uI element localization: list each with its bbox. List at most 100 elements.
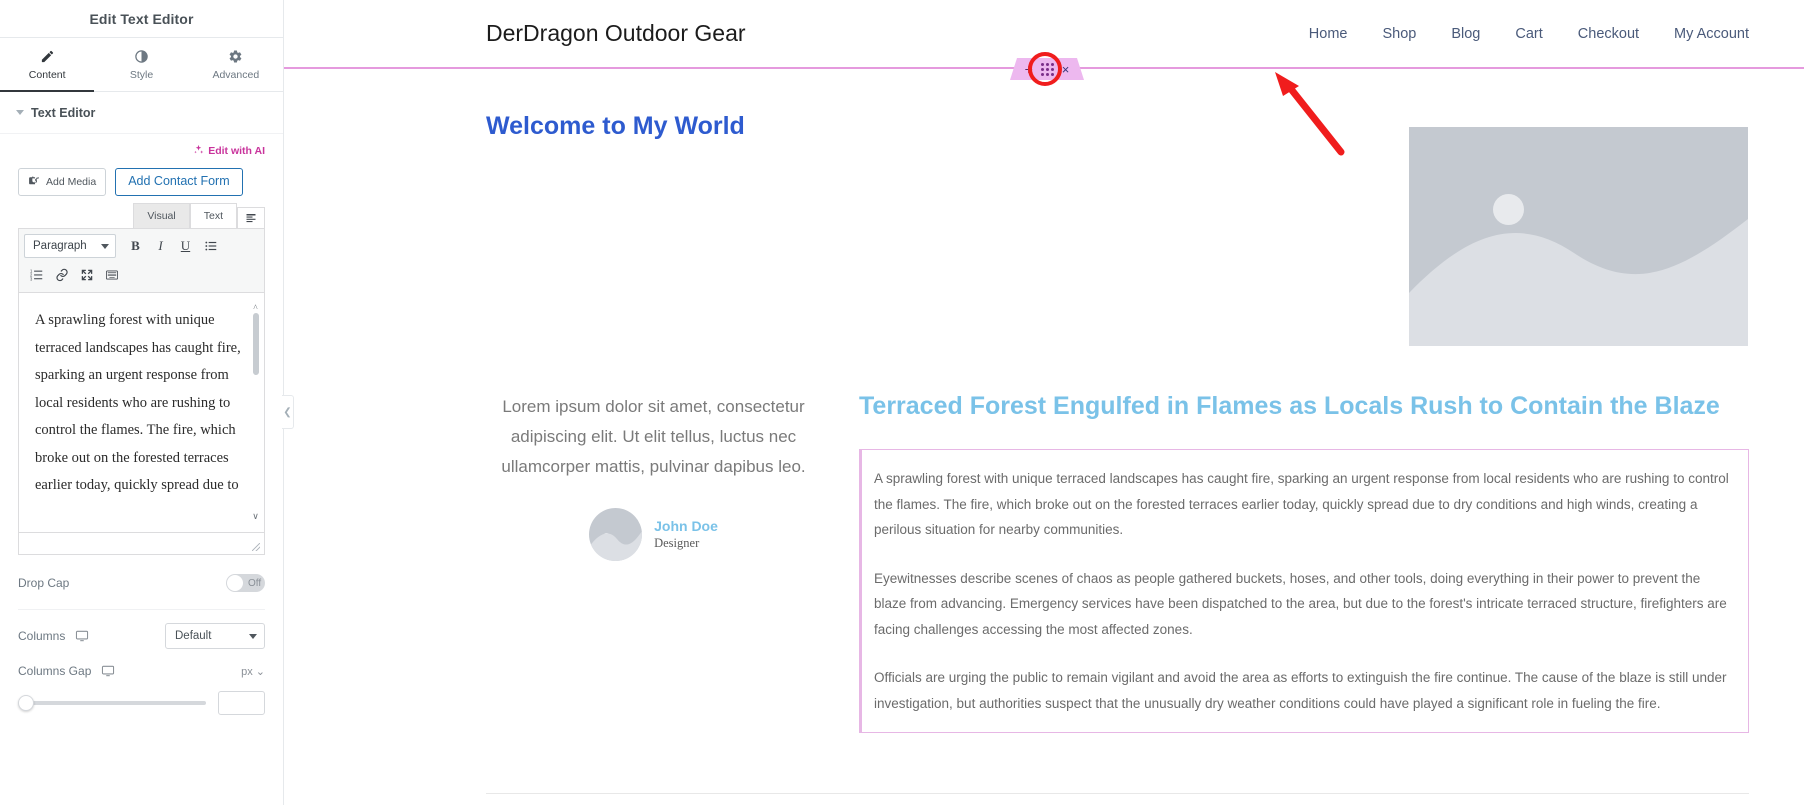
desktop-icon[interactable] xyxy=(101,664,115,678)
bold-icon[interactable]: B xyxy=(123,234,148,258)
contrast-icon xyxy=(134,49,149,64)
columns-gap-label: Columns Gap xyxy=(18,664,92,678)
svg-text:3: 3 xyxy=(30,276,33,281)
text-editor-widget-selected[interactable]: A sprawling forest with unique terraced … xyxy=(859,449,1749,733)
edit-with-ai-button[interactable]: Edit with AI xyxy=(18,144,265,158)
nav-item-home[interactable]: Home xyxy=(1309,26,1348,42)
tab-visual[interactable]: Visual xyxy=(133,203,190,228)
pencil-icon xyxy=(40,49,55,64)
tab-advanced[interactable]: Advanced xyxy=(189,38,283,91)
drop-cap-state: Off xyxy=(248,577,262,589)
format-select[interactable]: Paragraph xyxy=(24,234,116,258)
testimonial-author: John Doe Designer xyxy=(486,508,821,561)
drop-cap-row: Drop Cap Off xyxy=(0,563,283,603)
nav-item-checkout[interactable]: Checkout xyxy=(1578,26,1639,42)
columns-gap-input[interactable] xyxy=(218,691,265,715)
columns-gap-slider[interactable] xyxy=(18,695,206,711)
chevron-down-icon xyxy=(249,633,257,639)
divider xyxy=(18,609,265,610)
tab-style-label: Style xyxy=(129,68,154,81)
toolbar-row-1: Paragraph B I U xyxy=(19,229,264,263)
columns-gap-control xyxy=(0,686,283,720)
camera-music-icon xyxy=(28,174,41,190)
columns-label: Columns xyxy=(18,629,66,643)
avatar-mountain xyxy=(589,531,643,561)
testimonial-author-name: John Doe xyxy=(654,518,718,534)
toolbar-toggle-icon[interactable] xyxy=(99,263,124,287)
drag-handle-icon[interactable] xyxy=(1041,63,1054,76)
italic-icon[interactable]: I xyxy=(148,234,173,258)
article-title[interactable]: Terraced Forest Engulfed in Flames as Lo… xyxy=(859,388,1749,425)
scroll-down-icon[interactable]: ∨ xyxy=(252,503,259,531)
nav-item-my-account[interactable]: My Account xyxy=(1674,26,1749,42)
gear-icon xyxy=(228,49,243,64)
fullscreen-icon[interactable] xyxy=(74,263,99,287)
testimonial-author-role: Designer xyxy=(654,536,700,550)
article-paragraph: Officials are urging the public to remai… xyxy=(874,670,1727,711)
underline-icon[interactable]: U xyxy=(173,234,198,258)
footer-divider xyxy=(486,793,1749,794)
page-content: Welcome to My World Lorem ipsum dolor si… xyxy=(284,69,1804,733)
panel-title: Edit Text Editor xyxy=(0,0,283,38)
image-placeholder[interactable] xyxy=(1409,127,1748,346)
columns-gap-row: Columns Gap px ⌄ xyxy=(0,656,283,686)
article-paragraph: Eyewitnesses describe scenes of chaos as… xyxy=(874,570,1727,637)
desktop-icon[interactable] xyxy=(75,629,89,643)
testimonial-quote: Lorem ipsum dolor sit amet, consectetur … xyxy=(501,397,806,476)
nav-item-shop[interactable]: Shop xyxy=(1382,26,1416,42)
close-element-button[interactable]: × xyxy=(1062,63,1070,76)
link-icon[interactable] xyxy=(49,263,74,287)
nav-item-blog[interactable]: Blog xyxy=(1451,26,1480,42)
slider-handle[interactable] xyxy=(18,695,34,711)
testimonial-widget[interactable]: Lorem ipsum dolor sit amet, consectetur … xyxy=(486,388,821,733)
tab-style[interactable]: Style xyxy=(94,38,188,91)
editor-area: Edit with AI Add Media Add Contact Form … xyxy=(0,134,283,555)
text-editor-content-text: A sprawling forest with unique terraced … xyxy=(35,312,241,493)
editor-scrollbar[interactable]: ^ ∨ xyxy=(249,295,262,530)
add-media-button[interactable]: Add Media xyxy=(18,168,107,196)
columns-row: Columns Default xyxy=(0,616,283,656)
tab-content[interactable]: Content xyxy=(0,38,95,92)
tinymce-toolbar: Paragraph B I U 123 xyxy=(18,228,265,293)
columns-select[interactable]: Default xyxy=(165,623,265,649)
nav-item-cart[interactable]: Cart xyxy=(1515,26,1542,42)
hero-image-col xyxy=(1409,99,1749,346)
add-element-button[interactable]: + xyxy=(1025,62,1033,76)
format-select-value: Paragraph xyxy=(33,240,87,252)
section-text-editor[interactable]: Text Editor xyxy=(0,92,283,134)
image-placeholder-mountain xyxy=(1409,219,1748,346)
hero-row: Welcome to My World xyxy=(486,69,1749,346)
article-column: Terraced Forest Engulfed in Flames as Lo… xyxy=(859,388,1749,733)
drop-cap-label: Drop Cap xyxy=(18,576,70,590)
toolbar-row-2: 123 xyxy=(19,263,264,292)
drop-cap-toggle[interactable]: Off xyxy=(226,574,265,592)
site-nav: Home Shop Blog Cart Checkout My Account xyxy=(1309,26,1749,42)
add-media-label: Add Media xyxy=(46,176,97,188)
site-brand: DerDragon Outdoor Gear xyxy=(486,20,746,46)
editor-resize-handle[interactable] xyxy=(18,533,265,555)
welcome-heading: Welcome to My World xyxy=(486,112,745,140)
tab-advanced-label: Advanced xyxy=(212,68,260,81)
preview-canvas: DerDragon Outdoor Gear Home Shop Blog Ca… xyxy=(284,0,1804,805)
toggle-knob xyxy=(227,575,243,591)
element-toolbar[interactable]: + × xyxy=(1010,58,1084,80)
scrollbar-thumb[interactable] xyxy=(252,313,259,375)
add-contact-form-button[interactable]: Add Contact Form xyxy=(115,168,243,196)
columns-gap-unit[interactable]: px ⌄ xyxy=(241,665,265,678)
tab-content-label: Content xyxy=(28,68,66,81)
columns-gap-unit-label: px xyxy=(241,665,253,678)
avatar xyxy=(589,508,643,561)
media-buttons-row: Add Media Add Contact Form xyxy=(18,168,265,196)
editor-mode-tabs: Visual Text xyxy=(18,203,265,228)
chevron-down-icon xyxy=(101,243,109,249)
editor-settings-icon[interactable] xyxy=(237,207,265,228)
text-editor-content[interactable]: A sprawling forest with unique terraced … xyxy=(18,293,265,533)
bulleted-list-icon[interactable] xyxy=(198,234,223,258)
section-text-editor-label: Text Editor xyxy=(31,105,96,120)
numbered-list-icon[interactable]: 123 xyxy=(24,263,49,287)
panel-collapse-handle[interactable]: ❮ xyxy=(282,395,294,429)
sparkle-icon xyxy=(193,144,204,158)
panel-tabs: Content Style Advanced xyxy=(0,38,283,92)
testimonial-author-info: John Doe Designer xyxy=(654,517,718,552)
tab-text[interactable]: Text xyxy=(189,203,237,228)
